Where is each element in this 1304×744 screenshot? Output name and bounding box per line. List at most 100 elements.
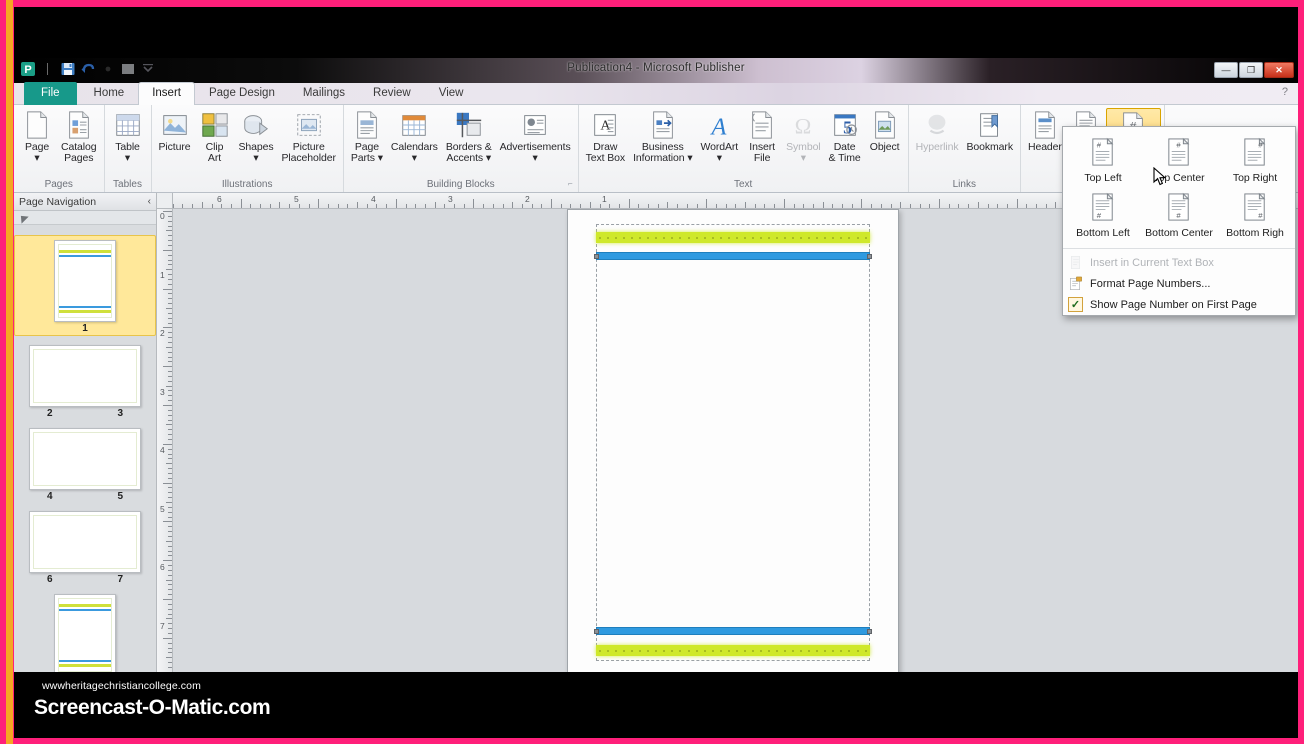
help-button[interactable]: ? (1282, 86, 1288, 98)
format-page-numbers-icon (1068, 276, 1083, 291)
ribbon-button-wordart[interactable]: A WordArt ▾ (697, 108, 743, 166)
menu-item-bottom-left[interactable]: # Bottom Left (1065, 188, 1141, 243)
ruler-corner[interactable] (157, 193, 173, 209)
ribbon-group-label: Tables (108, 178, 148, 192)
ribbon-button-bookmark[interactable]: Bookmark (963, 108, 1017, 155)
ribbon-button-borders[interactable]: Borders & Accents ▾ (442, 108, 496, 166)
ruler-tick (168, 361, 172, 363)
thumbnail-image[interactable] (54, 594, 116, 676)
page-number-dropdown-menu[interactable]: # Top Left # Top Center # Top Right # Bottom Le… (1062, 126, 1296, 316)
page-thumbnail-1[interactable]: 1 (14, 235, 156, 336)
menu-item-top-right[interactable]: # Top Right (1217, 133, 1293, 188)
thumbnail-image[interactable] (29, 428, 141, 490)
publication-page[interactable] (567, 209, 899, 676)
ribbon-button-label: WordArt ▾ (700, 141, 739, 164)
picture-icon (160, 110, 190, 140)
mouse-cursor (1153, 167, 1167, 187)
svg-text:#: # (1096, 141, 1101, 150)
ribbon-button-catalog[interactable]: Catalog Pages (57, 108, 101, 166)
ribbon-group-label-text: Tables (113, 179, 142, 190)
ruler-tick (168, 603, 172, 605)
ribbon-button-header[interactable]: Header (1024, 108, 1066, 155)
ruler-number: 3 (448, 194, 453, 204)
ribbon-group-links: Hyperlink Bookmark Links (909, 105, 1021, 192)
tab-view[interactable]: View (425, 82, 478, 105)
ruler-tick (357, 202, 358, 208)
tab-review[interactable]: Review (359, 82, 425, 105)
restore-button[interactable]: ❐ (1239, 62, 1263, 78)
tab-file[interactable]: File (24, 82, 77, 105)
green-bar-dots-2 (596, 645, 870, 656)
tab-home[interactable]: Home (80, 82, 139, 105)
ruler-tick (725, 204, 727, 208)
collapse-pane-icon[interactable]: ‹ (148, 196, 151, 207)
bottom-green-accent-bar[interactable] (596, 645, 870, 656)
page-thumbnail-2-3[interactable]: 23 (14, 345, 156, 419)
thumbnail-image[interactable] (29, 511, 141, 573)
ribbon-button-table[interactable]: Table ▾ (108, 108, 148, 166)
menu-command-show-page-number-on-first-page[interactable]: ✓ Show Page Number on First Page (1063, 294, 1295, 315)
close-button[interactable]: ✕ (1264, 62, 1294, 78)
tab-page-design[interactable]: Page Design (195, 82, 289, 105)
expand-triangle-icon[interactable] (17, 211, 29, 224)
tab-insert[interactable]: Insert (138, 82, 195, 105)
page-thumbnail-4-5[interactable]: 45 (14, 428, 156, 502)
menu-item-bottom-righ[interactable]: # Bottom Righ (1217, 188, 1293, 243)
ribbon-group-label-text: Pages (44, 179, 73, 190)
page-number-position-grid[interactable]: # Top Left # Top Center # Top Right # Bottom Le… (1063, 127, 1295, 245)
ruler-tick (168, 642, 172, 644)
ribbon-button-business[interactable]: Business Information ▾ (629, 108, 696, 166)
bottom-blue-accent-bar[interactable] (594, 627, 872, 635)
ribbon-button-advertisements[interactable]: Advertisements ▾ (496, 108, 575, 166)
vertical-ruler[interactable]: 012345678 (157, 209, 173, 685)
ruler-number: 5 (160, 503, 165, 514)
ribbon-button-label: Page ▾ (24, 141, 50, 164)
page-navigation-pane[interactable]: Page Navigation ‹ 12345678 (14, 193, 157, 685)
ruler-tick (318, 199, 320, 208)
menu-command-insert-in-current-text-box: Insert in Current Text Box (1063, 252, 1295, 273)
thumbnail-margin (33, 349, 137, 403)
dialog-launcher-icon[interactable]: ⌐ (568, 177, 573, 190)
thumb-blue-bar (59, 609, 111, 611)
ribbon-tabs[interactable]: File Home Insert Page Design Mailings Review V… (14, 82, 1298, 105)
ruler-tick (618, 204, 620, 208)
ruler-tick (997, 204, 999, 208)
ruler-tick (168, 400, 172, 402)
ribbon-group-items: Table ▾ (108, 108, 148, 178)
checkbox-checked-icon[interactable]: ✓ (1068, 297, 1083, 312)
thumbnail-image[interactable] (54, 240, 116, 322)
page-number-command-list[interactable]: Insert in Current Text Box Format Page Nu… (1063, 252, 1295, 315)
ribbon-button-clip[interactable]: Clip Art (195, 108, 235, 166)
ribbon-button-draw[interactable]: A Draw Text Box (582, 108, 629, 166)
page-number-bottom-center-icon: # (1164, 191, 1195, 224)
ruler-tick (289, 204, 291, 208)
ribbon-button-picture[interactable]: Picture Placeholder (278, 108, 340, 166)
window-controls[interactable]: — ❐ ✕ (1214, 62, 1294, 78)
ribbon-button-picture[interactable]: Picture (155, 108, 195, 155)
ribbon-button-page[interactable]: Page Parts ▾ (347, 108, 387, 166)
menu-command-format-page-numbers[interactable]: Format Page Numbers... (1063, 273, 1295, 294)
ribbon-button-date[interactable]: 5 Date & Time (825, 108, 865, 166)
ribbon-button-object[interactable]: Object (865, 108, 905, 155)
ribbon-button-insert[interactable]: Insert File (742, 108, 782, 166)
page-thumbnail-list[interactable]: 12345678 (14, 225, 156, 685)
top-blue-accent-bar[interactable] (594, 252, 872, 260)
tab-mailings[interactable]: Mailings (289, 82, 359, 105)
minimize-button[interactable]: — (1214, 62, 1238, 78)
ribbon-group-label-text: Text (733, 179, 753, 190)
page-thumbnail-6-7[interactable]: 67 (14, 511, 156, 585)
menu-separator (1063, 248, 1295, 249)
thumbnail-image[interactable] (29, 345, 141, 407)
svg-text:#: # (1176, 211, 1181, 220)
menu-item-bottom-center[interactable]: # Bottom Center (1141, 188, 1217, 243)
menu-item-top-left[interactable]: # Top Left (1065, 133, 1141, 188)
ribbon-button-shapes[interactable]: Shapes ▾ (235, 108, 278, 166)
thumbnail-page-numbers: 67 (29, 574, 141, 585)
ribbon-button-page[interactable]: Page ▾ (17, 108, 57, 166)
top-green-accent-bar[interactable] (596, 232, 870, 243)
ribbon-tab-strip[interactable]: File Home Insert Page Design Mailings Review V… (14, 82, 1298, 105)
ribbon-button-calendars[interactable]: Calendars ▾ (387, 108, 442, 166)
page-number-label: 6 (47, 574, 53, 585)
title-bar: P Publication4 - Microsoft Publisher — ❐… (14, 58, 1298, 83)
ruler-tick (715, 204, 717, 208)
